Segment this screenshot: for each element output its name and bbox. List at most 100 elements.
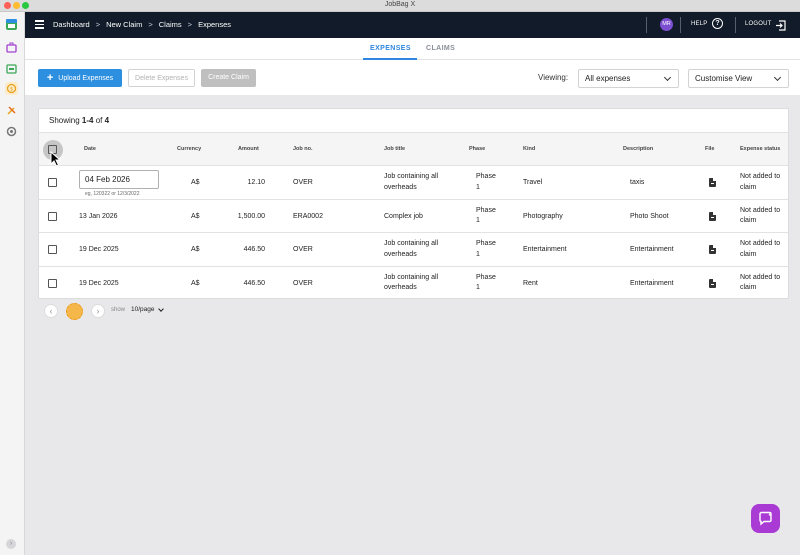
status-line: Not added to <box>740 173 781 180</box>
chat-icon[interactable] <box>751 504 780 533</box>
column-header-file[interactable]: File <box>705 146 714 152</box>
column-header-description[interactable]: Description <box>623 146 653 152</box>
customise-view-select[interactable]: Customise View <box>688 69 789 88</box>
table-row[interactable]: 19 Dec 2025 A$ 446.50 OVER Job containin… <box>39 267 788 301</box>
date-input-hint: eg, 120322 or 12/3/2022 <box>85 191 140 197</box>
status-line: claim <box>740 217 757 224</box>
window-titlebar: JobBag X <box>0 0 800 12</box>
date-cell[interactable]: 19 Dec 2025 <box>79 279 119 290</box>
app-logo-icon[interactable] <box>5 18 18 31</box>
column-header-currency[interactable]: Currency <box>177 146 201 152</box>
viewing-label: Viewing: <box>538 73 569 82</box>
date-cell[interactable]: 19 Dec 2025 <box>79 245 119 256</box>
phase-line: 1 <box>476 284 480 291</box>
breadcrumb-dashboard[interactable]: Dashboard <box>53 20 90 29</box>
hamburger-icon[interactable] <box>35 20 44 29</box>
toolbar: + Upload Expenses Delete Expenses Create … <box>25 60 800 95</box>
job-title-line: Job containing all <box>384 173 439 180</box>
current-page-indicator[interactable] <box>66 303 83 320</box>
job-title-cell: Job containing all overheads <box>384 239 438 260</box>
chevron-right-icon[interactable]: › <box>91 304 105 318</box>
table-row[interactable]: 19 Dec 2025 A$ 446.50 OVER Job containin… <box>39 233 788 267</box>
column-header-expense-status[interactable]: Expense status <box>740 146 780 152</box>
column-header-date[interactable]: Date <box>84 146 96 152</box>
showing-prefix: Showing <box>49 116 80 125</box>
showing-summary: Showing 1-4 of 4 <box>49 116 109 125</box>
header-divider <box>680 17 681 33</box>
delete-expenses-button[interactable]: Delete Expenses <box>128 69 195 87</box>
breadcrumb-expenses: Expenses <box>198 20 231 29</box>
description-cell: taxis <box>630 179 645 186</box>
expand-rail-icon[interactable]: › <box>6 539 16 549</box>
table-row[interactable]: 04 Feb 2026 eg, 120322 or 12/3/2022 A$ 1… <box>39 166 788 200</box>
chevron-down-icon[interactable] <box>158 306 164 312</box>
kind-cell: Travel <box>523 179 543 186</box>
logout-label[interactable]: LOGOUT <box>745 21 772 27</box>
breadcrumb-claims[interactable]: Claims <box>159 20 182 29</box>
table-header: Date Currency Amount Job no. Job title P… <box>39 132 788 166</box>
help-icon[interactable]: ? <box>712 18 723 29</box>
date-cell[interactable]: 13 Jan 2026 <box>79 212 118 223</box>
tools-icon[interactable] <box>5 104 18 117</box>
status-line: Not added to <box>740 240 781 247</box>
tab-claims[interactable]: CLAIMS <box>426 45 455 52</box>
jobs-icon[interactable] <box>5 41 18 54</box>
column-header-job-title[interactable]: Job title <box>384 146 405 152</box>
file-icon[interactable] <box>709 278 716 288</box>
page-size-select[interactable]: 10/page <box>131 306 155 313</box>
row-checkbox[interactable] <box>48 178 57 187</box>
status-line: claim <box>740 183 757 191</box>
wallet-icon[interactable] <box>5 62 18 75</box>
phase-cell: Phase 1 <box>476 273 496 294</box>
description-cell: Entertainment <box>630 279 674 287</box>
amount-cell: 446.50 <box>243 246 265 253</box>
job-title-line: Job containing all <box>384 273 439 281</box>
column-header-job-no[interactable]: Job no. <box>293 146 313 152</box>
phase-cell: Phase 1 <box>476 239 496 260</box>
showing-range: 1-4 <box>81 116 94 125</box>
file-icon[interactable] <box>709 178 716 187</box>
page-size-label: show <box>111 307 126 313</box>
chevron-down-icon <box>663 73 672 82</box>
logout-icon[interactable] <box>775 18 786 31</box>
column-header-kind[interactable]: Kind <box>523 146 535 152</box>
breadcrumb-new-claim[interactable]: New Claim <box>106 20 142 29</box>
svg-text:$: $ <box>10 87 14 93</box>
date-input[interactable]: 04 Feb 2026 <box>79 170 159 189</box>
status-line: claim <box>740 284 757 291</box>
settings-icon[interactable] <box>5 125 18 138</box>
help-label[interactable]: HELP <box>691 21 707 27</box>
expense-status-cell: Not added to claim <box>740 239 780 260</box>
viewing-select[interactable]: All expenses <box>578 69 679 88</box>
currency-cell: A$ <box>191 246 200 253</box>
breadcrumb-separator: > <box>187 20 193 29</box>
row-checkbox[interactable] <box>48 278 57 288</box>
showing-of: of <box>95 116 103 125</box>
chevron-left-icon[interactable]: ‹ <box>44 304 58 318</box>
phase-line: Phase <box>476 173 496 180</box>
file-icon[interactable] <box>709 245 716 254</box>
create-claim-button[interactable]: Create Claim <box>201 69 256 87</box>
currency-cell: A$ <box>191 279 200 287</box>
upload-expenses-button[interactable]: + Upload Expenses <box>38 69 122 87</box>
tab-expenses[interactable]: EXPENSES <box>370 45 411 52</box>
job-no-cell: OVER <box>293 179 313 186</box>
phase-line: 1 <box>476 217 480 224</box>
table-row[interactable]: 13 Jan 2026 A$ 1,500.00 ERA0002 Complex … <box>39 200 788 233</box>
kind-cell: Entertainment <box>523 246 567 253</box>
status-line: Not added to <box>740 273 781 281</box>
breadcrumb-separator: > <box>148 20 153 29</box>
phase-cell: Phase 1 <box>476 206 496 227</box>
avatar[interactable]: MR <box>660 18 673 31</box>
row-checkbox[interactable] <box>48 211 57 221</box>
job-no-cell: OVER <box>293 279 313 287</box>
column-header-amount[interactable]: Amount <box>238 146 259 152</box>
amount-cell: 446.50 <box>243 279 265 287</box>
cursor-icon <box>50 150 62 167</box>
row-checkbox[interactable] <box>48 245 57 254</box>
phase-line: Phase <box>476 240 496 247</box>
window-title: JobBag X <box>384 1 416 8</box>
expenses-icon[interactable]: $ <box>5 82 18 95</box>
column-header-phase[interactable]: Phase <box>469 146 485 152</box>
file-icon[interactable] <box>709 211 716 221</box>
